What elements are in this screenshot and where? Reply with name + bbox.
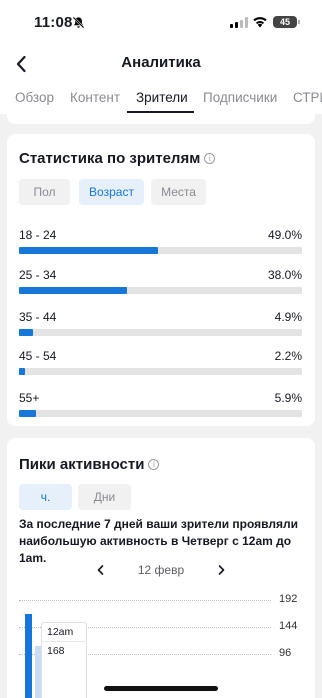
viewer-stats-title: Статистика по зрителям i	[19, 150, 216, 167]
filter-age[interactable]: Возраст	[79, 179, 144, 205]
age-bar-fill	[19, 247, 158, 254]
filter-gender[interactable]: Пол	[19, 179, 70, 205]
previous-card-bottom	[7, 114, 315, 124]
filter-places[interactable]: Места	[151, 179, 206, 205]
tooltip-divider	[42, 641, 86, 642]
viewer-stats-card: Статистика по зрителям i Пол Возраст Мест…	[7, 134, 315, 426]
active-tab-indicator	[127, 111, 194, 113]
age-row-label: 25 - 34	[19, 268, 57, 282]
date-label: 12 февр	[137, 563, 185, 577]
age-row-label: 35 - 44	[19, 310, 57, 324]
viewer-stats-title-text: Статистика по зрителям	[19, 150, 201, 167]
chart-bar-12am[interactable]	[25, 613, 32, 698]
age-bar-track	[19, 247, 302, 254]
activity-chart: 192 144 96 12am 168	[7, 588, 315, 698]
age-row-percent: 38.0%	[267, 268, 302, 282]
tab-viewers[interactable]: Зрители	[136, 90, 188, 105]
age-row-percent: 5.9%	[274, 391, 302, 405]
age-bar-track	[19, 368, 302, 375]
age-row-label: 18 - 24	[19, 228, 57, 242]
age-bar-fill	[19, 368, 26, 375]
activity-title-text: Пики активности	[19, 456, 145, 473]
home-indicator	[104, 686, 218, 691]
filter-days[interactable]: Дни	[78, 484, 131, 510]
activity-title: Пики активности i	[19, 456, 160, 473]
age-row-percent: 2.2%	[274, 349, 302, 363]
tooltip-time: 12am	[47, 626, 74, 638]
y-tick-label: 144	[279, 620, 298, 632]
date-navigator: 12 февр	[7, 562, 315, 580]
y-tick-label: 192	[279, 593, 298, 605]
age-bar-track	[19, 287, 302, 294]
chart-tooltip: 12am 168	[41, 622, 87, 698]
age-row-label: 45 - 54	[19, 349, 57, 363]
info-icon[interactable]: i	[148, 459, 160, 470]
tab-followers[interactable]: Подписчики	[203, 90, 277, 105]
page-title: Аналитика	[121, 54, 201, 71]
age-row-label: 55+	[19, 391, 40, 405]
gridline	[19, 600, 271, 601]
activity-description: За последние 7 дней ваши зрители проявля…	[19, 517, 299, 565]
cellular-signal-icon	[230, 17, 248, 28]
status-time: 11:08	[34, 14, 73, 31]
analytics-tabs: Обзор Контент Зрители Подписчики СТРИ	[0, 84, 322, 114]
age-row-percent: 4.9%	[274, 310, 302, 324]
age-bar-fill	[19, 287, 127, 294]
status-bar: 11:08 45	[0, 0, 322, 44]
age-row-percent: 49.0%	[267, 228, 302, 242]
tab-content[interactable]: Контент	[70, 90, 120, 105]
tab-live[interactable]: СТРИ	[293, 90, 322, 105]
age-bar-track	[19, 329, 302, 336]
tooltip-value: 168	[47, 645, 65, 657]
age-bar-fill	[19, 410, 36, 417]
age-bar-track	[19, 410, 302, 417]
top-nav: Аналитика	[0, 44, 322, 84]
info-icon[interactable]: i	[204, 153, 216, 164]
wifi-icon	[253, 17, 267, 28]
y-tick-label: 96	[279, 647, 292, 659]
chevron-right-icon[interactable]	[215, 564, 227, 576]
tab-overview[interactable]: Обзор	[15, 90, 54, 105]
activity-peaks-card: Пики активности i ч. Дни За последние 7 д…	[7, 438, 315, 698]
bell-muted-icon	[72, 16, 85, 29]
filter-hours[interactable]: ч.	[19, 484, 72, 510]
battery-icon: 45	[273, 16, 300, 28]
age-bar-fill	[19, 329, 33, 336]
